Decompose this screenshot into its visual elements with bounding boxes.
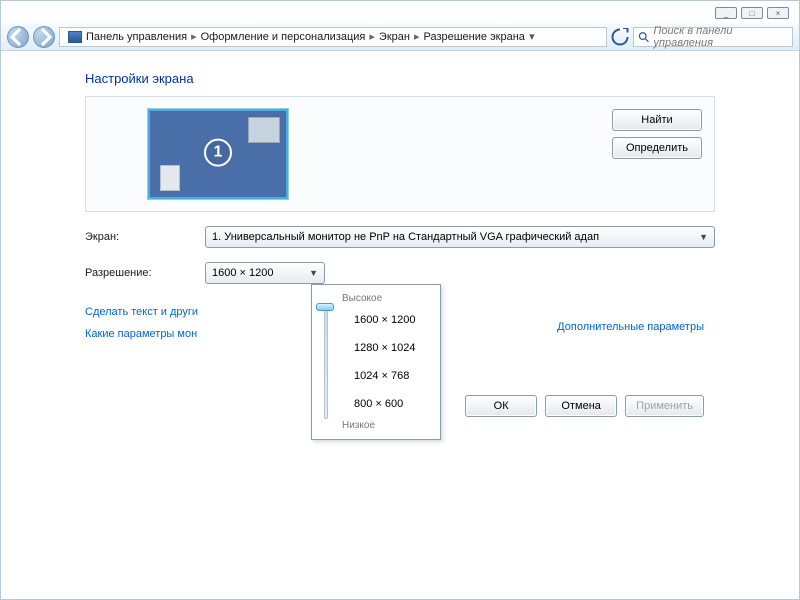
- page-title: Настройки экрана: [85, 71, 715, 86]
- arrow-left-icon: [8, 27, 28, 47]
- monitor-preview[interactable]: 1: [148, 109, 288, 199]
- toolbar: Панель управления ▸ Оформление и персонал…: [1, 23, 799, 51]
- advanced-settings-link[interactable]: Дополнительные параметры: [557, 321, 704, 333]
- search-icon: [638, 31, 649, 43]
- ok-button[interactable]: ОК: [465, 395, 537, 417]
- resolution-value: 1600 × 1200: [212, 267, 273, 279]
- arrow-right-icon: [34, 27, 54, 47]
- resolution-label: Разрешение:: [85, 267, 195, 279]
- maximize-button[interactable]: □: [741, 7, 763, 19]
- close-button[interactable]: ×: [767, 7, 789, 19]
- find-button[interactable]: Найти: [612, 109, 702, 131]
- window: _ □ × Панель управления ▸ Оформление и пе…: [0, 0, 800, 600]
- titlebar-buttons: _ □ ×: [715, 7, 789, 19]
- preview-area: 1 Найти Определить: [85, 96, 715, 212]
- screen-row: Экран: 1. Универсальный монитор не PnP н…: [85, 226, 715, 248]
- monitor-number: 1: [204, 139, 232, 167]
- screen-label: Экран:: [85, 231, 195, 243]
- resolution-select[interactable]: 1600 × 1200 ▼: [205, 262, 325, 284]
- crumb-0[interactable]: Панель управления: [86, 31, 187, 43]
- breadcrumb-dropdown[interactable]: ▾: [525, 30, 539, 43]
- chevron-right-icon: ▸: [191, 30, 197, 43]
- crumb-3[interactable]: Разрешение экрана: [423, 31, 524, 43]
- resolution-option[interactable]: 1280 × 1024: [320, 334, 432, 362]
- preview-buttons: Найти Определить: [612, 109, 702, 159]
- identify-button[interactable]: Определить: [612, 137, 702, 159]
- chevron-down-icon: ▼: [309, 268, 318, 278]
- apply-button[interactable]: Применить: [625, 395, 704, 417]
- resolution-option[interactable]: 1024 × 768: [320, 362, 432, 390]
- resolution-option[interactable]: 800 × 600: [320, 390, 432, 418]
- minimize-icon: _: [724, 9, 728, 18]
- breadcrumb[interactable]: Панель управления ▸ Оформление и персонал…: [59, 27, 607, 47]
- screen-select[interactable]: 1. Универсальный монитор не PnP на Станд…: [205, 226, 715, 248]
- cancel-button[interactable]: Отмена: [545, 395, 617, 417]
- chevron-down-icon: ▼: [699, 232, 708, 242]
- resolution-dropdown: Высокое 1600 × 1200 1280 × 1024 1024 × 7…: [311, 284, 441, 440]
- close-icon: ×: [776, 9, 781, 18]
- back-button[interactable]: [7, 26, 29, 48]
- maximize-icon: □: [750, 9, 755, 18]
- chevron-right-icon: ▸: [414, 30, 420, 43]
- crumb-2[interactable]: Экран: [379, 31, 410, 43]
- search-input[interactable]: Поиск в панели управления: [633, 27, 793, 47]
- forward-button[interactable]: [33, 26, 55, 48]
- screen-value: 1. Универсальный монитор не PnP на Станд…: [212, 231, 599, 243]
- crumb-1[interactable]: Оформление и персонализация: [201, 31, 366, 43]
- minimize-button[interactable]: _: [715, 7, 737, 19]
- control-panel-icon: [68, 31, 82, 43]
- dropdown-low-label: Низкое: [342, 420, 432, 431]
- refresh-button[interactable]: [611, 28, 629, 46]
- search-placeholder: Поиск в панели управления: [653, 25, 788, 49]
- chevron-right-icon: ▸: [369, 30, 375, 43]
- resolution-option[interactable]: 1600 × 1200: [320, 306, 432, 334]
- refresh-icon: [611, 28, 629, 46]
- content: Настройки экрана 1 Найти Определить Экра…: [1, 51, 799, 599]
- dialog-buttons: ОК Отмена Применить: [465, 395, 704, 417]
- resolution-row: Разрешение: 1600 × 1200 ▼: [85, 262, 715, 284]
- dropdown-high-label: Высокое: [342, 293, 432, 304]
